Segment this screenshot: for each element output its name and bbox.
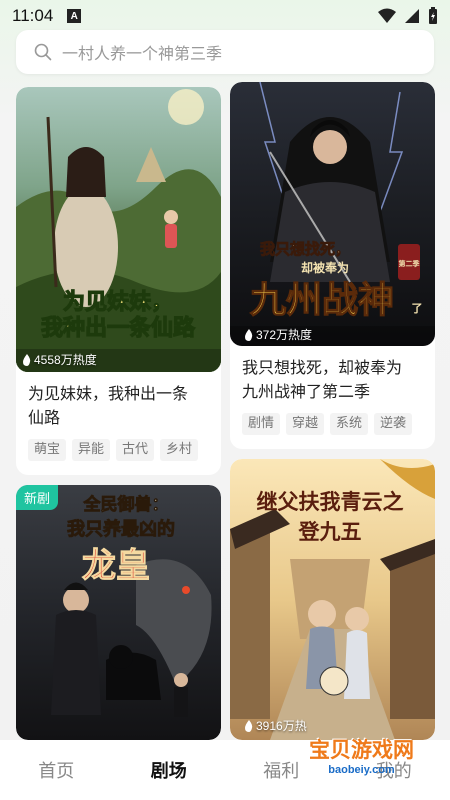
- drama-title-line: 九州战神了第二季: [242, 382, 371, 401]
- status-time: 11:04: [12, 6, 54, 25]
- tag[interactable]: 穿越: [286, 413, 325, 435]
- heat-badge: 4558万热度: [22, 351, 97, 368]
- signal-icon: [405, 9, 419, 23]
- tag[interactable]: 剧情: [242, 413, 281, 435]
- notification-a-icon: A: [67, 9, 82, 23]
- poster-title-line: 我只养最凶的: [67, 518, 175, 540]
- drama-poster[interactable]: 我只想找死， 却被奉为 九州战神 了 第二季 372万热度: [230, 82, 435, 346]
- tab-theater[interactable]: 剧场: [113, 757, 226, 783]
- heat-value: 4558万热度: [34, 353, 97, 367]
- site-watermark: 宝贝游戏网 baobeiy.com: [309, 734, 414, 776]
- drama-title[interactable]: 我只想找死，却被奉为 九州战神了第二季: [242, 356, 425, 404]
- drama-title-line: 我只想找死，却被奉为: [242, 358, 403, 377]
- poster-title-line: 九州战神: [250, 279, 394, 321]
- tag[interactable]: 异能: [72, 439, 111, 461]
- tag[interactable]: 逆袭: [374, 413, 413, 435]
- wifi-icon: [378, 8, 396, 23]
- poster-title-line: 全民御兽：: [83, 494, 169, 515]
- heat-badge: 3916万热: [244, 717, 307, 734]
- tag[interactable]: 萌宝: [28, 439, 67, 461]
- tag[interactable]: 乡村: [160, 439, 199, 461]
- poster-title-line: 了: [412, 302, 423, 315]
- watermark-url: baobeiy.com: [328, 764, 395, 776]
- status-icons: [378, 7, 438, 25]
- battery-icon: [429, 7, 437, 24]
- poster-season-label: 第二季: [399, 259, 421, 268]
- heat-badge: 372万热度: [244, 326, 312, 343]
- search-bar[interactable]: 一村人养一个神第三季: [16, 30, 434, 74]
- flame-icon: [245, 719, 253, 732]
- search-icon: [34, 43, 52, 61]
- heat-value: 3916万热: [256, 719, 307, 733]
- tag-list: 剧情 穿越 系统 逆袭: [242, 413, 413, 435]
- poster-title-line: 龙皇: [82, 546, 150, 586]
- heat-value: 372万热度: [256, 328, 313, 342]
- flame-icon: [245, 328, 253, 341]
- poster-title-line: 却被奉为: [301, 260, 349, 275]
- flame-icon: [23, 353, 31, 366]
- drama-title-line: 为见妹妹，我种出一条: [28, 384, 189, 403]
- drama-card[interactable]: 继父扶我青云之 登九五 3916万热: [230, 459, 435, 740]
- drama-title-line: 仙路: [28, 408, 61, 427]
- poster-title-line: 为见妹妹，: [63, 289, 173, 315]
- drama-card[interactable]: 为见妹妹， 我种出一条仙路 4558万热度 为见妹妹，我种出一条 仙路 萌宝 异…: [16, 87, 221, 475]
- poster-title-line: 继父扶我青云之: [257, 489, 404, 514]
- poster-title-line: 登九五: [298, 519, 362, 544]
- tag[interactable]: 系统: [330, 413, 369, 435]
- poster-title-line: 我只想找死，: [260, 240, 350, 258]
- drama-title[interactable]: 为见妹妹，我种出一条 仙路: [28, 382, 211, 430]
- status-bar: 11:04 A: [0, 0, 450, 32]
- search-input[interactable]: 一村人养一个神第三季: [62, 40, 222, 64]
- drama-poster[interactable]: 继父扶我青云之 登九五 3916万热: [230, 459, 435, 740]
- drama-card[interactable]: 全民御兽： 我只养最凶的 龙皇 新剧: [16, 485, 221, 740]
- tag-list: 萌宝 异能 古代 乡村: [28, 439, 199, 461]
- drama-card[interactable]: 我只想找死， 却被奉为 九州战神 了 第二季 372万热度 我只想找死，却被奉为…: [230, 82, 435, 449]
- watermark-text: 宝贝游戏网: [309, 738, 414, 762]
- poster-title-line: 我种出一条仙路: [41, 315, 196, 341]
- new-drama-badge: 新剧: [16, 485, 59, 510]
- drama-poster[interactable]: 为见妹妹， 我种出一条仙路 4558万热度: [16, 87, 221, 372]
- drama-poster[interactable]: 全民御兽： 我只养最凶的 龙皇: [16, 485, 221, 740]
- tab-home[interactable]: 首页: [0, 757, 113, 783]
- tag[interactable]: 古代: [116, 439, 155, 461]
